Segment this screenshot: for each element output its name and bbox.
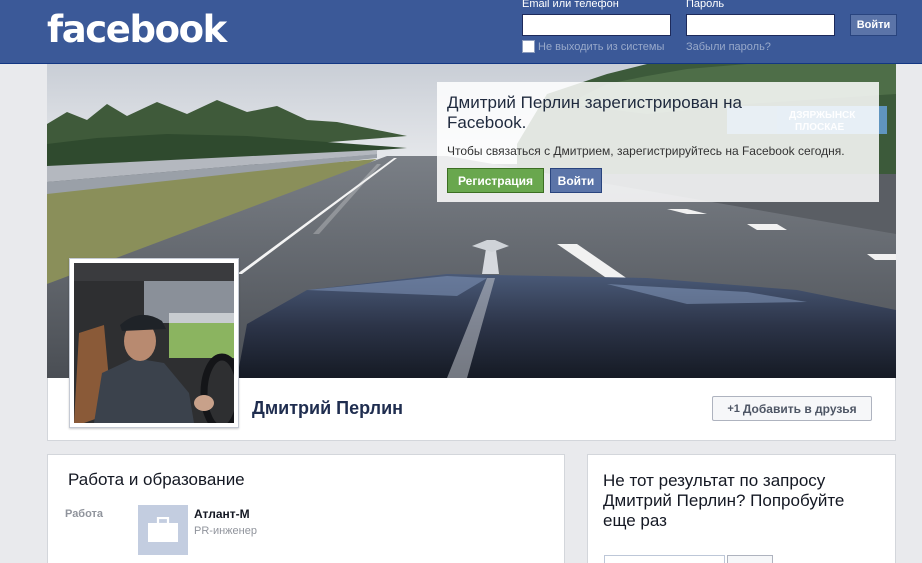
signup-card-subtitle: Чтобы связаться с Дмитрием, зарегистриру…	[447, 144, 845, 158]
work-education-panel: Работа и образование Работа Атлант-М PR-…	[47, 454, 565, 563]
avatar	[74, 263, 244, 433]
add-friend-icon: +1	[727, 402, 740, 415]
register-button[interactable]: Регистрация	[447, 168, 544, 193]
search-again-panel: Не тот результат по запросу Дмитрий Перл…	[587, 454, 896, 563]
briefcase-icon[interactable]	[138, 505, 188, 555]
search-again-title: Не тот результат по запросу Дмитрий Перл…	[603, 471, 845, 530]
password-label: Пароль	[686, 0, 725, 10]
keep-logged-in-checkbox[interactable]	[522, 40, 535, 53]
facebook-logo[interactable]: facebook	[47, 8, 227, 51]
work-label: Работа	[65, 508, 104, 520]
login-button[interactable]: Войти	[850, 14, 897, 36]
job-position: PR-инженер	[194, 525, 257, 537]
top-bar: facebook Email или телефон Пароль Войти …	[0, 0, 922, 64]
keep-logged-in-label[interactable]: Не выходить из системы	[538, 41, 664, 53]
signup-card-title: Дмитрий Перлин зарегистрирован на Facebo…	[447, 93, 742, 132]
profile-picture[interactable]	[69, 258, 244, 433]
employer-name[interactable]: Атлант-М	[194, 507, 250, 521]
forgot-password-link[interactable]: Забыли пароль?	[686, 41, 771, 53]
add-friend-label: Добавить в друзья	[742, 401, 857, 416]
profile-name[interactable]: Дмитрий Перлин	[252, 398, 403, 419]
card-login-button[interactable]: Войти	[550, 168, 602, 193]
email-label: Email или телефон	[522, 0, 619, 10]
add-friend-button[interactable]: +1 Добавить в друзья	[712, 396, 872, 421]
email-field[interactable]	[522, 14, 671, 36]
signup-card: Дмитрий Перлин зарегистрирован на Facebo…	[437, 82, 879, 202]
name-search-input[interactable]	[604, 555, 725, 563]
password-field[interactable]	[686, 14, 835, 36]
work-education-title: Работа и образование	[68, 470, 245, 489]
search-button[interactable]	[727, 555, 773, 563]
